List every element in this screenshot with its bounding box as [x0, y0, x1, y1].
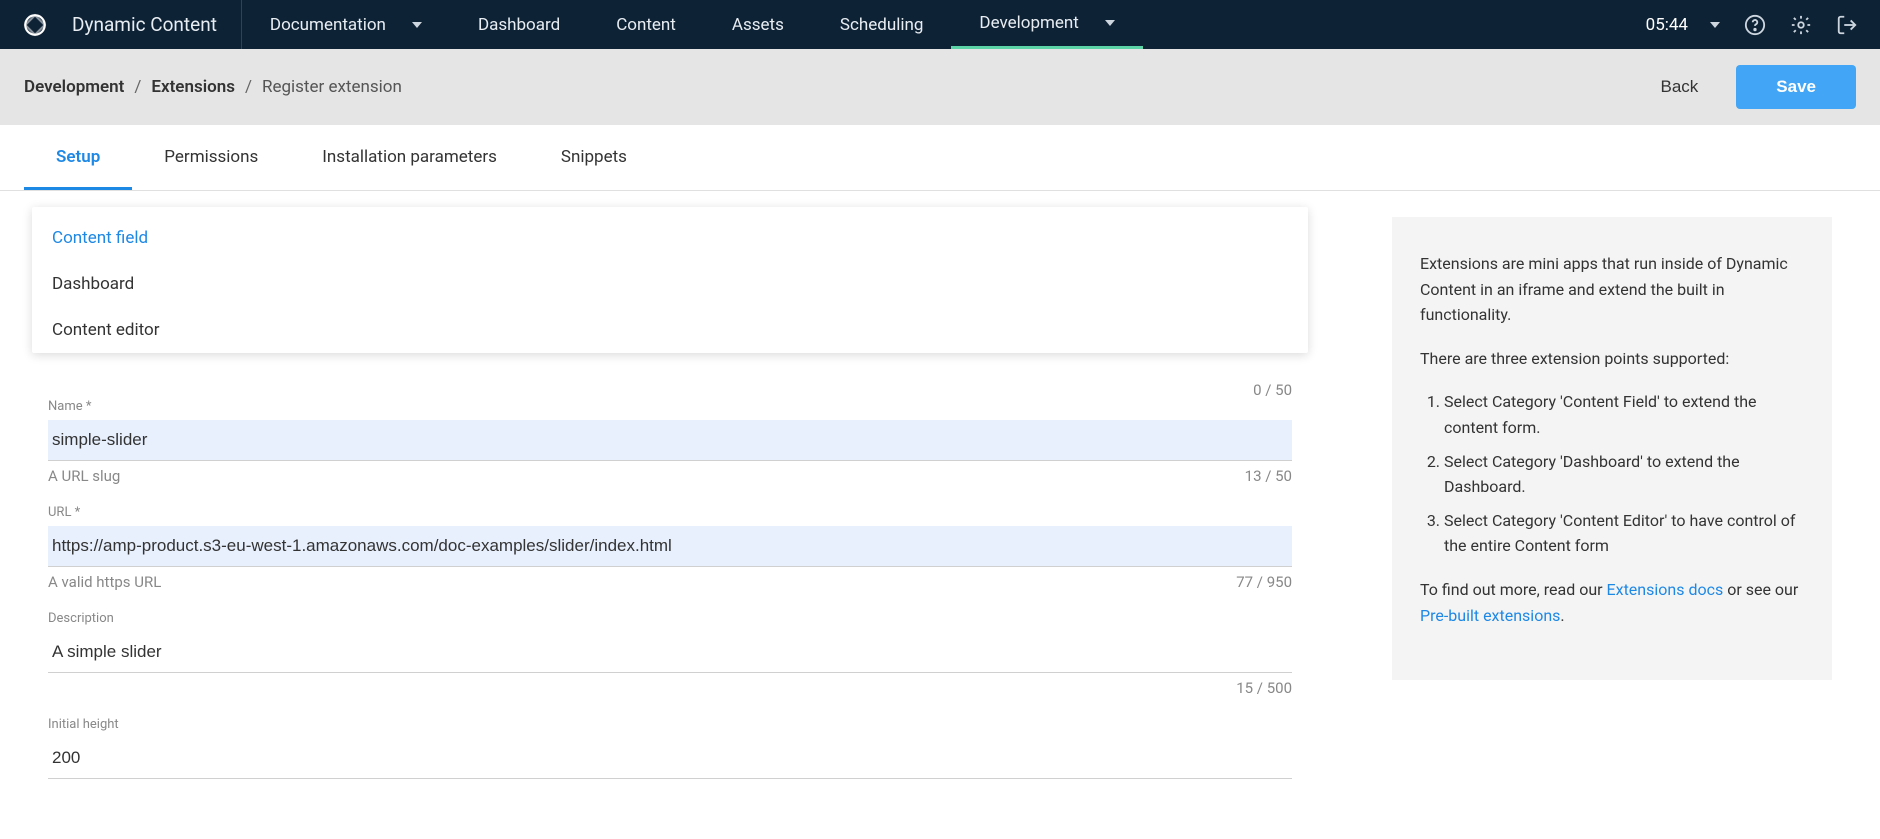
name-char-counter: 13 / 50	[1245, 467, 1292, 485]
category-option-dashboard[interactable]: Dashboard	[32, 261, 1308, 307]
url-input[interactable]	[48, 526, 1292, 567]
nav-scheduling[interactable]: Scheduling	[812, 0, 952, 49]
description-char-counter: 15 / 500	[48, 679, 1292, 697]
category-option-content-editor[interactable]: Content editor	[32, 307, 1308, 353]
chevron-down-icon	[1710, 22, 1720, 28]
time-value: 05:44	[1646, 15, 1688, 35]
name-hint: A URL slug	[48, 467, 120, 485]
info-paragraph-2: There are three extension points support…	[1420, 346, 1804, 372]
nav-documentation[interactable]: Documentation	[242, 0, 450, 49]
breadcrumb-bar: Development / Extensions / Register exte…	[0, 49, 1880, 125]
chevron-down-icon	[412, 22, 422, 28]
nav-development[interactable]: Development	[951, 0, 1142, 49]
form-column: Content field Dashboard Content editor 0…	[48, 217, 1292, 799]
top-nav: Dynamic Content Documentation Dashboard …	[0, 0, 1880, 49]
nav-label: Documentation	[270, 15, 386, 35]
info-list: Select Category 'Content Field' to exten…	[1420, 389, 1804, 559]
breadcrumb-extensions[interactable]: Extensions	[151, 77, 235, 97]
description-label: Description	[48, 611, 1292, 626]
initial-height-input[interactable]	[48, 738, 1292, 779]
gear-icon[interactable]	[1790, 14, 1812, 36]
logo-section: Dynamic Content	[0, 0, 242, 49]
tab-installation-parameters[interactable]: Installation parameters	[290, 125, 529, 190]
tab-setup[interactable]: Setup	[24, 125, 132, 190]
back-button[interactable]: Back	[1647, 67, 1713, 107]
initial-height-label: Initial height	[48, 717, 1292, 732]
breadcrumb-current: Register extension	[262, 77, 402, 97]
nav-label: Assets	[732, 15, 784, 35]
info-list-item-3: Select Category 'Content Editor' to have…	[1444, 508, 1804, 559]
tab-permissions[interactable]: Permissions	[132, 125, 290, 190]
brand-logo-icon	[22, 12, 48, 38]
name-label: Name *	[48, 399, 1292, 414]
url-label: URL *	[48, 505, 1292, 520]
url-hint: A valid https URL	[48, 573, 161, 591]
url-char-counter: 77 / 950	[1236, 573, 1292, 591]
description-field: Description 15 / 500	[48, 611, 1292, 697]
bar-actions: Back Save	[1647, 65, 1857, 109]
chevron-down-icon	[1105, 20, 1115, 26]
nav-right: 05:44	[1646, 14, 1880, 36]
description-input[interactable]	[48, 632, 1292, 673]
info-list-item-2: Select Category 'Dashboard' to extend th…	[1444, 449, 1804, 500]
breadcrumb-separator: /	[245, 77, 252, 97]
category-dropdown[interactable]: Content field Dashboard Content editor	[32, 207, 1308, 353]
initial-height-field: Initial height	[48, 717, 1292, 779]
breadcrumb: Development / Extensions / Register exte…	[24, 77, 402, 97]
nav-label: Scheduling	[840, 15, 924, 35]
help-icon[interactable]	[1744, 14, 1766, 36]
info-text: .	[1560, 606, 1564, 625]
name-field: Name * A URL slug 13 / 50	[48, 399, 1292, 485]
tabs: Setup Permissions Installation parameter…	[0, 125, 1880, 191]
save-button[interactable]: Save	[1736, 65, 1856, 109]
info-paragraph-1: Extensions are mini apps that run inside…	[1420, 251, 1804, 328]
tab-snippets[interactable]: Snippets	[529, 125, 659, 190]
brand-name: Dynamic Content	[72, 13, 217, 36]
nav-dashboard[interactable]: Dashboard	[450, 0, 588, 49]
info-list-item-1: Select Category 'Content Field' to exten…	[1444, 389, 1804, 440]
nav-label: Dashboard	[478, 15, 560, 35]
info-text: To find out more, read our	[1420, 580, 1607, 599]
prebuilt-extensions-link[interactable]: Pre-built extensions	[1420, 606, 1560, 625]
info-paragraph-3: To find out more, read our Extensions do…	[1420, 577, 1804, 628]
url-field: URL * A valid https URL 77 / 950	[48, 505, 1292, 591]
nav-content[interactable]: Content	[588, 0, 704, 49]
name-input[interactable]	[48, 420, 1292, 461]
info-text: or see our	[1723, 580, 1798, 599]
breadcrumb-development[interactable]: Development	[24, 77, 124, 97]
extensions-docs-link[interactable]: Extensions docs	[1607, 580, 1724, 599]
main-area: Content field Dashboard Content editor 0…	[0, 191, 1880, 839]
nav-assets[interactable]: Assets	[704, 0, 812, 49]
category-option-content-field[interactable]: Content field	[32, 215, 1308, 261]
nav-label: Content	[616, 15, 676, 35]
time-picker[interactable]: 05:44	[1646, 15, 1720, 35]
info-panel: Extensions are mini apps that run inside…	[1392, 217, 1832, 680]
logout-icon[interactable]	[1836, 14, 1858, 36]
nav-label: Development	[979, 13, 1078, 33]
label-char-counter: 0 / 50	[48, 381, 1292, 399]
breadcrumb-separator: /	[134, 77, 141, 97]
